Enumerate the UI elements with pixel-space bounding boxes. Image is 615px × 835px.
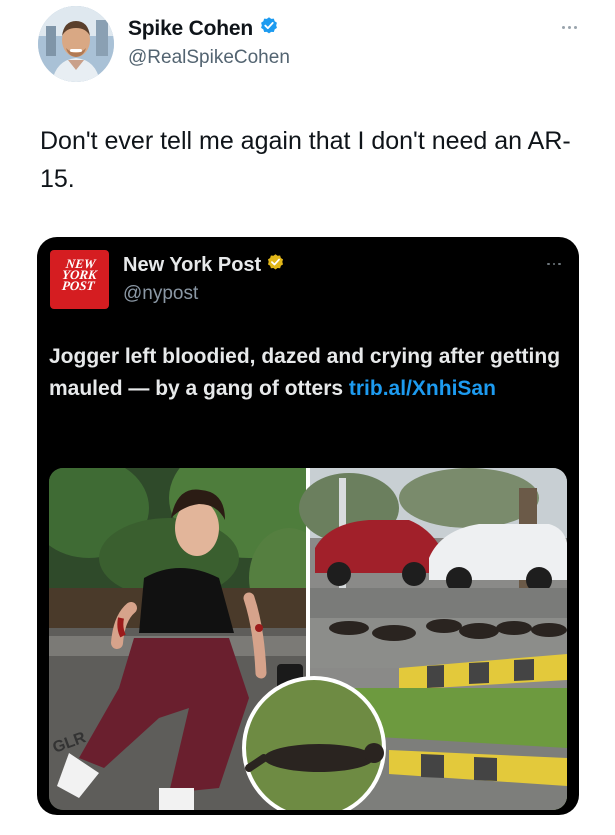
author-names: Spike Cohen @RealSpikeCohen bbox=[128, 16, 290, 69]
logo-line-3: POST bbox=[61, 278, 96, 293]
avatar[interactable] bbox=[38, 6, 114, 82]
more-options-icon[interactable] bbox=[556, 20, 582, 34]
author-display-name[interactable]: Spike Cohen bbox=[128, 17, 253, 41]
verified-gold-badge-icon bbox=[266, 253, 285, 277]
quoted-tweet-card[interactable]: NEW YORK POST New York Post @nypost Jogg… bbox=[37, 237, 579, 815]
quoted-more-options-icon[interactable] bbox=[543, 259, 565, 269]
tweet-text: Don't ever tell me again that I don't ne… bbox=[40, 127, 571, 193]
quoted-link[interactable]: trib.al/XnhiSan bbox=[349, 377, 496, 400]
quoted-display-name[interactable]: New York Post bbox=[123, 254, 261, 277]
quoted-handle[interactable]: @nypost bbox=[123, 283, 285, 305]
quoted-tweet-text: Jogger left bloodied, dazed and crying a… bbox=[49, 341, 571, 405]
verified-badge-icon bbox=[259, 16, 279, 41]
quoted-media-image[interactable]: GLR bbox=[49, 468, 567, 810]
new-york-post-logo[interactable]: NEW YORK POST bbox=[50, 250, 109, 309]
author-handle[interactable]: @RealSpikeCohen bbox=[128, 47, 290, 69]
quoted-author-names: New York Post @nypost bbox=[123, 253, 285, 305]
tweet-header: Spike Cohen @RealSpikeCohen bbox=[0, 0, 615, 100]
